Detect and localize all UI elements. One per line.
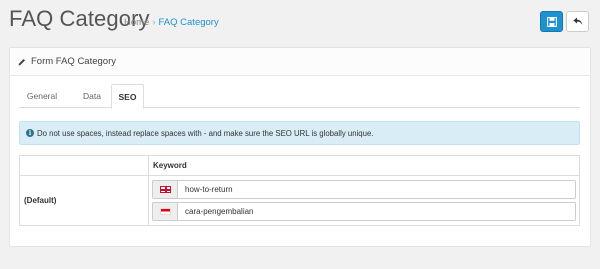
keyword-input-id[interactable] (178, 203, 575, 220)
tab-bar: General Data SEO (19, 84, 580, 109)
keyword-input-group-en (152, 180, 576, 199)
info-alert: i Do not use spaces, instead replace spa… (19, 121, 580, 145)
save-button[interactable] (540, 11, 563, 32)
info-circle-icon: i (26, 129, 34, 137)
panel-title: Form FAQ Category (31, 56, 116, 67)
tab-seo[interactable]: SEO (111, 84, 144, 109)
reply-arrow-icon (573, 17, 583, 26)
form-panel: Form FAQ Category General Data SEO i Do … (9, 47, 591, 247)
store-name: (Default) (19, 175, 149, 226)
breadcrumb-home[interactable]: Home (124, 17, 149, 28)
table-header-row: Keyword (19, 155, 580, 176)
en-gb-flag-icon (159, 186, 171, 193)
language-addon (153, 181, 178, 198)
seo-keyword-table: Keyword (Default) (19, 155, 580, 226)
breadcrumb: Home › FAQ Category (124, 17, 219, 28)
keyword-column-header: Keyword (148, 155, 580, 176)
back-button[interactable] (566, 11, 589, 32)
keyword-input-group-id (152, 202, 576, 221)
indonesia-flag-icon (159, 208, 171, 215)
pencil-icon (18, 58, 26, 66)
table-row: (Default) (19, 175, 580, 226)
breadcrumb-separator: › (152, 17, 156, 28)
keyword-cell (148, 175, 580, 226)
keyword-input-en[interactable] (178, 181, 575, 198)
alert-text: Do not use spaces, instead replace space… (37, 128, 374, 138)
tab-general[interactable]: General (19, 84, 65, 108)
store-column-header (19, 155, 149, 176)
floppy-disk-icon (546, 16, 557, 27)
page-header: FAQ Category Home › FAQ Category (0, 0, 600, 44)
breadcrumb-faq-category[interactable]: FAQ Category (159, 17, 219, 28)
language-addon (153, 203, 178, 220)
panel-heading: Form FAQ Category (10, 48, 590, 76)
tab-data[interactable]: Data (74, 84, 110, 108)
